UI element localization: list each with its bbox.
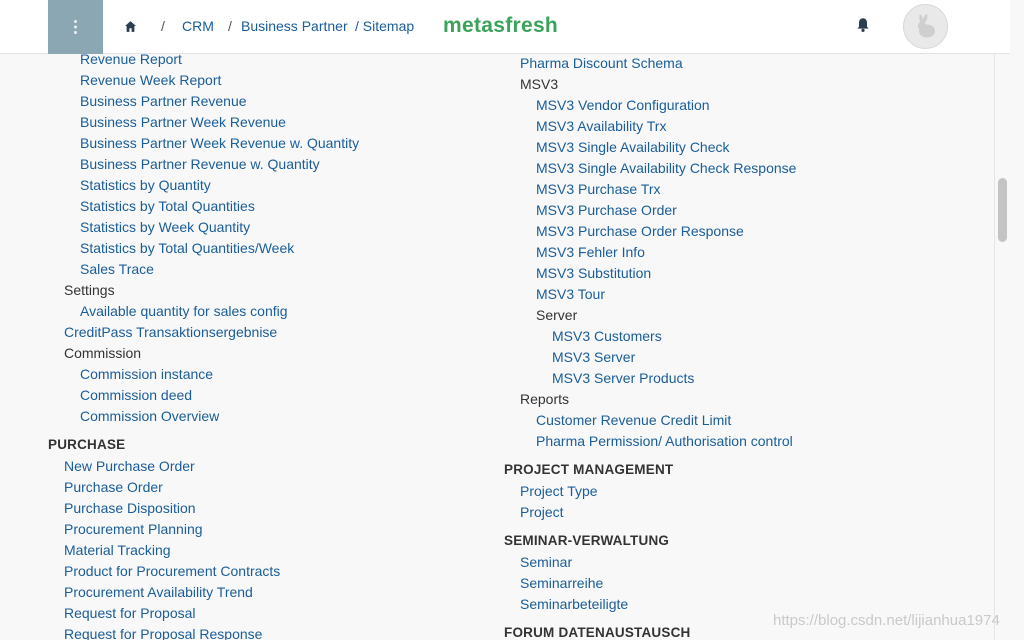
group-label-settings: Settings xyxy=(64,282,115,298)
menu-link-statistics-by-total-quantities[interactable]: Statistics by Total Quantities xyxy=(80,197,255,215)
menu-link-msv3-single-availability-check[interactable]: MSV3 Single Availability Check xyxy=(536,138,730,156)
menu-link-statistics-by-week-quantity[interactable]: Statistics by Week Quantity xyxy=(80,218,250,236)
breadcrumb-sitemap[interactable]: / Sitemap xyxy=(355,18,414,34)
menu-link-purchase-disposition[interactable]: Purchase Disposition xyxy=(64,499,196,517)
menu-link-seminarreihe[interactable]: Seminarreihe xyxy=(520,574,603,592)
menu-link-statistics-by-quantity[interactable]: Statistics by Quantity xyxy=(80,176,211,194)
menu-link-new-purchase-order[interactable]: New Purchase Order xyxy=(64,457,195,475)
menu-link-creditpass-transaktionsergebnise[interactable]: CreditPass Transaktionsergebnise xyxy=(64,323,277,341)
menu-link-procurement-availability-trend[interactable]: Procurement Availability Trend xyxy=(64,583,253,601)
section-heading-purchase: PURCHASE xyxy=(48,437,126,452)
kebab-menu-icon: ⋮ xyxy=(67,19,84,36)
menu-link-msv3-single-availability-check-response[interactable]: MSV3 Single Availability Check Response xyxy=(536,159,796,177)
menu-link-msv3-purchase-trx[interactable]: MSV3 Purchase Trx xyxy=(536,180,661,198)
group-label-reports: Reports xyxy=(520,391,570,407)
menu-link-sales-trace[interactable]: Sales Trace xyxy=(80,260,154,278)
menu-link-business-partner-revenue[interactable]: Business Partner Revenue xyxy=(80,92,247,110)
breadcrumb-crm[interactable]: CRM xyxy=(182,18,214,34)
menu-link-business-partner-week-revenue-w-quantity[interactable]: Business Partner Week Revenue w. Quantit… xyxy=(80,134,359,152)
group-label-server: Server xyxy=(536,307,578,323)
group-label-msv3: MSV3 xyxy=(520,76,559,92)
menu-link-pharma-permission-authorisation-control[interactable]: Pharma Permission/ Authorisation control xyxy=(536,432,793,450)
menu-link-seminar[interactable]: Seminar xyxy=(520,553,572,571)
menu-link-msv3-customers[interactable]: MSV3 Customers xyxy=(552,327,662,345)
section-heading-seminar-verwaltung: SEMINAR-VERWALTUNG xyxy=(504,533,670,548)
bell-icon[interactable] xyxy=(856,17,870,33)
menu-link-msv3-vendor-configuration[interactable]: MSV3 Vendor Configuration xyxy=(536,96,710,114)
watermark: https://blog.csdn.net/lijianhua1974 xyxy=(773,612,1000,629)
menu-link-msv3-fehler-info[interactable]: MSV3 Fehler Info xyxy=(536,243,645,261)
menu-link-product-for-procurement-contracts[interactable]: Product for Procurement Contracts xyxy=(64,562,280,580)
menu-link-revenue-week-report[interactable]: Revenue Week Report xyxy=(80,71,221,89)
menu-link-statistics-by-total-quantities-week[interactable]: Statistics by Total Quantities/Week xyxy=(80,239,294,257)
menu-link-commission-overview[interactable]: Commission Overview xyxy=(80,407,219,425)
menu-link-seminarbeteiligte[interactable]: Seminarbeteiligte xyxy=(520,595,628,613)
sitemap-content: Revenue Report Revenue Week Report Busines… xyxy=(0,54,994,640)
menu-link-material-tracking[interactable]: Material Tracking xyxy=(64,541,171,559)
menu-link-project-type[interactable]: Project Type xyxy=(520,482,598,500)
group-label-commission: Commission xyxy=(64,345,142,361)
menu-link-purchase-order[interactable]: Purchase Order xyxy=(64,478,163,496)
menu-link-project[interactable]: Project xyxy=(520,503,564,521)
home-icon[interactable] xyxy=(124,20,137,33)
menu-link-msv3-tour[interactable]: MSV3 Tour xyxy=(536,285,605,303)
breadcrumb-separator: / xyxy=(228,18,232,34)
menu-link-msv3-purchase-order[interactable]: MSV3 Purchase Order xyxy=(536,201,677,219)
menu-link-pharma-discount-schema[interactable]: Pharma Discount Schema xyxy=(520,54,683,72)
menu-link-request-for-proposal[interactable]: Request for Proposal xyxy=(64,604,196,622)
menu-link-revenue-report[interactable]: Revenue Report xyxy=(80,54,182,68)
rabbit-avatar-icon xyxy=(917,13,935,37)
section-heading-forum-datenaustausch: FORUM DATENAUSTAUSCH xyxy=(504,625,691,640)
menu-link-commission-deed[interactable]: Commission deed xyxy=(80,386,192,404)
menu-link-available-quantity-for-sales-config[interactable]: Available quantity for sales config xyxy=(80,302,288,320)
menu-link-msv3-availability-trx[interactable]: MSV3 Availability Trx xyxy=(536,117,666,135)
menu-link-msv3-server[interactable]: MSV3 Server xyxy=(552,348,635,366)
menu-link-business-partner-week-revenue[interactable]: Business Partner Week Revenue xyxy=(80,113,286,131)
menu-link-commission-instance[interactable]: Commission instance xyxy=(80,365,213,383)
menu-link-msv3-server-products[interactable]: MSV3 Server Products xyxy=(552,369,694,387)
menu-link-procurement-planning[interactable]: Procurement Planning xyxy=(64,520,203,538)
menu-button[interactable]: ⋮ xyxy=(48,0,103,54)
menu-link-msv3-substitution[interactable]: MSV3 Substitution xyxy=(536,264,651,282)
section-heading-project-management: PROJECT MANAGEMENT xyxy=(504,462,674,477)
breadcrumb-business-partner[interactable]: Business Partner xyxy=(241,18,348,34)
menu-link-customer-revenue-credit-limit[interactable]: Customer Revenue Credit Limit xyxy=(536,411,731,429)
breadcrumb-separator: / xyxy=(161,18,165,34)
menu-link-msv3-purchase-order-response[interactable]: MSV3 Purchase Order Response xyxy=(536,222,744,240)
top-header: ⋮ / CRM / Business Partner / Sitemap met… xyxy=(0,0,1010,54)
menu-link-business-partner-revenue-w-quantity[interactable]: Business Partner Revenue w. Quantity xyxy=(80,155,320,173)
window-edge xyxy=(1010,0,1024,640)
metasfresh-logo[interactable]: metasfresh xyxy=(443,14,558,38)
vertical-scrollbar-thumb[interactable] xyxy=(998,178,1007,242)
user-avatar[interactable] xyxy=(903,4,948,49)
menu-link-request-for-proposal-response[interactable]: Request for Proposal Response xyxy=(64,625,262,640)
vertical-scrollbar-track[interactable] xyxy=(994,54,1010,640)
